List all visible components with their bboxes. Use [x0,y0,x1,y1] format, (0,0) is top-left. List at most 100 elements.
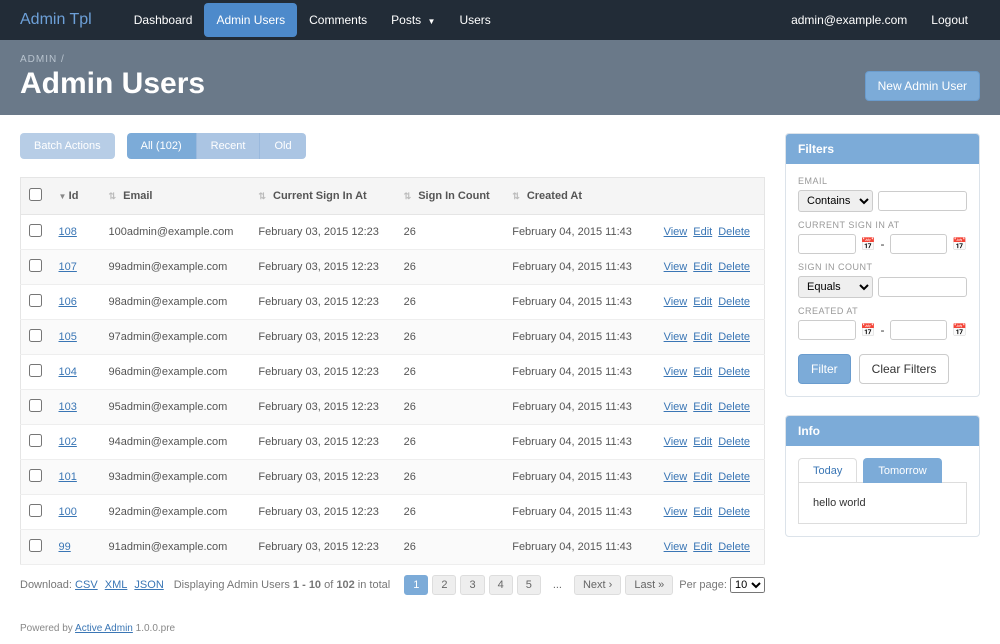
row-checkbox[interactable] [29,539,42,552]
row-delete-link[interactable]: Delete [718,366,750,378]
row-view-link[interactable]: View [664,506,688,518]
row-id-link[interactable]: 101 [59,471,77,483]
active-admin-link[interactable]: Active Admin [75,623,133,634]
row-view-link[interactable]: View [664,261,688,273]
page-3[interactable]: 3 [460,575,484,595]
page-5[interactable]: 5 [517,575,541,595]
row-checkbox[interactable] [29,399,42,412]
current-user-link[interactable]: admin@example.com [779,3,919,37]
row-edit-link[interactable]: Edit [693,436,712,448]
cell-created: February 04, 2015 11:43 [504,460,648,495]
download-json-link[interactable]: JSON [134,579,163,591]
row-view-link[interactable]: View [664,331,688,343]
row-id-link[interactable]: 107 [59,261,77,273]
row-delete-link[interactable]: Delete [718,296,750,308]
select-all-checkbox[interactable] [29,188,42,201]
row-view-link[interactable]: View [664,296,688,308]
row-checkbox[interactable] [29,434,42,447]
row-checkbox[interactable] [29,224,42,237]
row-id-link[interactable]: 106 [59,296,77,308]
row-checkbox[interactable] [29,259,42,272]
filter-button[interactable]: Filter [798,354,851,384]
calendar-icon[interactable]: 📅 [861,237,876,251]
pagination-info: Displaying Admin Users 1 - 10 of 102 in … [174,579,390,591]
row-edit-link[interactable]: Edit [693,506,712,518]
row-view-link[interactable]: View [664,366,688,378]
row-edit-link[interactable]: Edit [693,541,712,553]
col-header[interactable]: ▼ Id [51,178,101,215]
row-view-link[interactable]: View [664,226,688,238]
row-checkbox[interactable] [29,504,42,517]
batch-actions-button[interactable]: Batch Actions [20,133,115,159]
brand-link[interactable]: Admin Tpl [20,11,92,29]
page-Last[interactable]: Last » [625,575,673,595]
row-edit-link[interactable]: Edit [693,401,712,413]
row-checkbox[interactable] [29,364,42,377]
filter-signin-from-input[interactable] [798,234,856,254]
scope-old[interactable]: Old [260,133,305,159]
page-Next[interactable]: Next › [574,575,621,595]
nav-item-comments[interactable]: Comments [297,3,379,37]
filter-created-to-input[interactable] [890,320,948,340]
page-2[interactable]: 2 [432,575,456,595]
row-id-link[interactable]: 108 [59,226,77,238]
row-id-link[interactable]: 104 [59,366,77,378]
row-delete-link[interactable]: Delete [718,331,750,343]
page-title: Admin Users [20,67,205,101]
col-header[interactable]: ⇅ Current Sign In At [250,178,395,215]
filter-count-op-select[interactable]: Equals [798,276,873,298]
row-id-link[interactable]: 99 [59,541,71,553]
row-id-link[interactable]: 102 [59,436,77,448]
row-view-link[interactable]: View [664,471,688,483]
nav-item-dashboard[interactable]: Dashboard [122,3,205,37]
clear-filters-button[interactable]: Clear Filters [859,354,950,384]
nav-item-posts[interactable]: Posts ▼ [379,3,447,37]
row-edit-link[interactable]: Edit [693,226,712,238]
filter-email-input[interactable] [878,191,967,211]
row-view-link[interactable]: View [664,401,688,413]
row-delete-link[interactable]: Delete [718,471,750,483]
download-xml-link[interactable]: XML [105,579,128,591]
nav-item-admin-users[interactable]: Admin Users [204,3,297,37]
row-id-link[interactable]: 103 [59,401,77,413]
row-edit-link[interactable]: Edit [693,366,712,378]
download-csv-link[interactable]: CSV [75,579,98,591]
col-header[interactable]: ⇅ Created At [504,178,648,215]
page-4[interactable]: 4 [489,575,513,595]
tab-today[interactable]: Today [798,458,857,483]
row-edit-link[interactable]: Edit [693,296,712,308]
calendar-icon[interactable]: 📅 [952,323,967,337]
row-id-link[interactable]: 105 [59,331,77,343]
calendar-icon[interactable]: 📅 [861,323,876,337]
row-edit-link[interactable]: Edit [693,471,712,483]
row-view-link[interactable]: View [664,436,688,448]
per-page-select[interactable]: 10 [730,577,765,593]
new-admin-user-button[interactable]: New Admin User [865,71,980,101]
filter-count-input[interactable] [878,277,967,297]
col-header[interactable]: ⇅ Sign In Count [396,178,505,215]
filter-signin-to-input[interactable] [890,234,948,254]
row-checkbox[interactable] [29,294,42,307]
row-edit-link[interactable]: Edit [693,331,712,343]
row-edit-link[interactable]: Edit [693,261,712,273]
scope-all[interactable]: All (102) [127,133,197,159]
filter-created-from-input[interactable] [798,320,856,340]
row-delete-link[interactable]: Delete [718,261,750,273]
row-delete-link[interactable]: Delete [718,401,750,413]
row-view-link[interactable]: View [664,541,688,553]
scope-recent[interactable]: Recent [197,133,261,159]
row-delete-link[interactable]: Delete [718,506,750,518]
row-delete-link[interactable]: Delete [718,436,750,448]
page-1[interactable]: 1 [404,575,428,595]
row-id-link[interactable]: 100 [59,506,77,518]
logout-link[interactable]: Logout [919,3,980,37]
calendar-icon[interactable]: 📅 [952,237,967,251]
row-checkbox[interactable] [29,469,42,482]
filter-email-op-select[interactable]: Contains [798,190,873,212]
col-header[interactable]: ⇅ Email [101,178,251,215]
row-delete-link[interactable]: Delete [718,541,750,553]
row-checkbox[interactable] [29,329,42,342]
nav-item-users[interactable]: Users [447,3,502,37]
row-delete-link[interactable]: Delete [718,226,750,238]
tab-tomorrow[interactable]: Tomorrow [863,458,941,483]
